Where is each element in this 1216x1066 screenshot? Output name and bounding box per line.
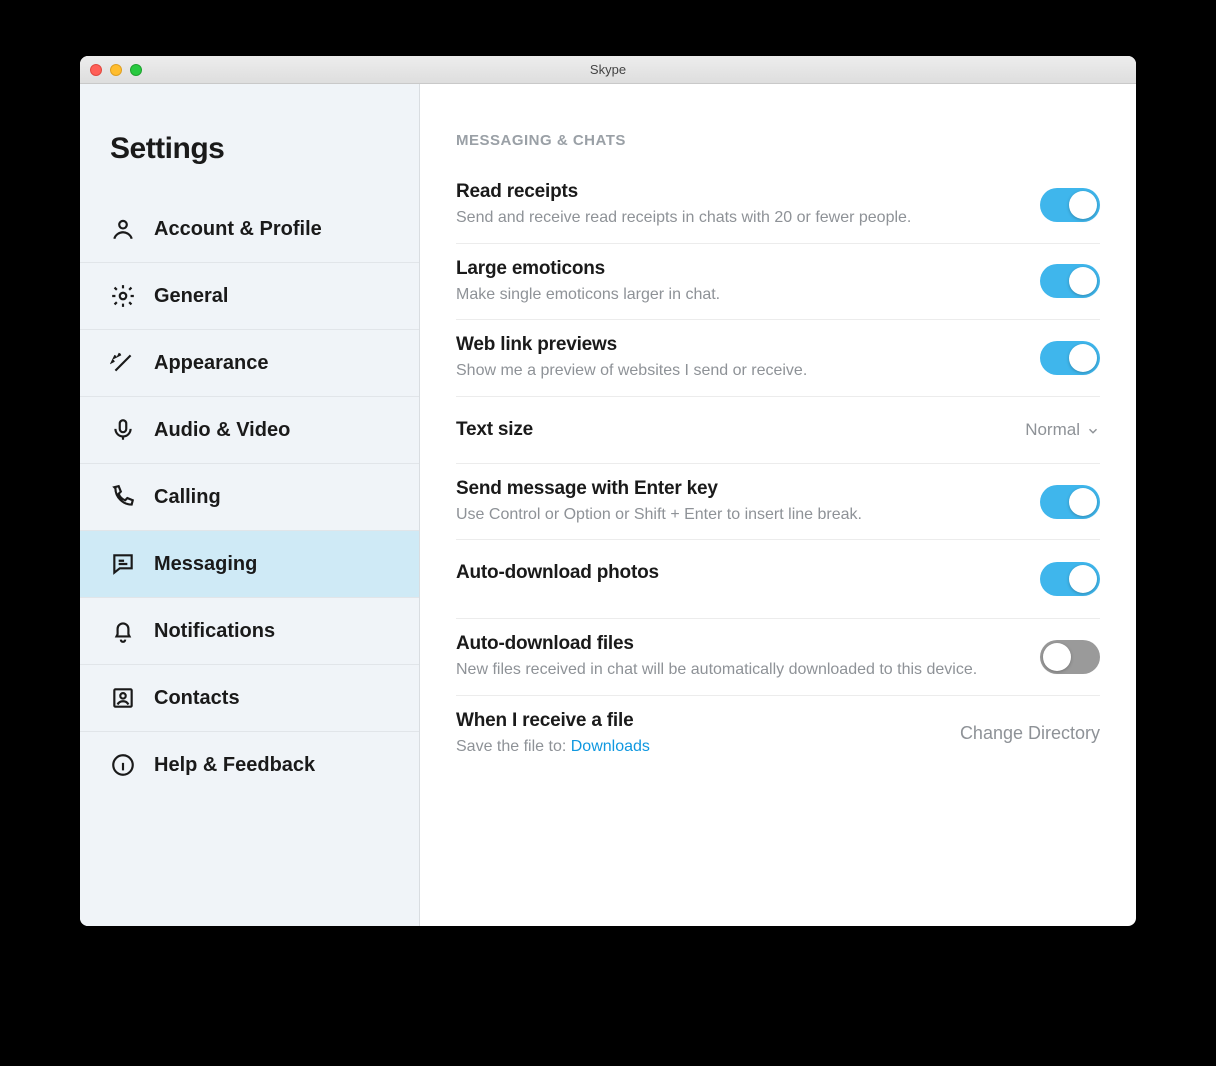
main-panel: MESSAGING & CHATS Read receipts Send and… [420, 84, 1136, 926]
row-desc: Make single emoticons larger in chat. [456, 284, 1024, 306]
person-icon [110, 216, 136, 242]
sidebar-item-label: Audio & Video [154, 419, 290, 442]
row-desc: Save the file to: Downloads [456, 736, 944, 758]
row-auto-files: Auto-download files New files received i… [456, 619, 1100, 696]
text-size-value: Normal [1025, 420, 1080, 440]
row-receive-file: When I receive a file Save the file to: … [456, 696, 1100, 772]
titlebar: Skype [80, 56, 1136, 84]
row-web-link-previews: Web link previews Show me a preview of w… [456, 320, 1100, 397]
minimize-button[interactable] [110, 64, 122, 76]
sidebar-item-general[interactable]: General [80, 263, 419, 330]
sidebar-item-appearance[interactable]: Appearance [80, 330, 419, 397]
sidebar-title: Settings [80, 118, 419, 196]
microphone-icon [110, 417, 136, 443]
zoom-button[interactable] [130, 64, 142, 76]
sidebar-item-notifications[interactable]: Notifications [80, 598, 419, 665]
content: Settings Account & Profile General Appea… [80, 84, 1136, 926]
row-title: Auto-download photos [456, 562, 1024, 584]
row-desc: New files received in chat will be autom… [456, 659, 1024, 681]
change-directory-button[interactable]: Change Directory [960, 723, 1100, 744]
chat-icon [110, 551, 136, 577]
toggle-send-enter[interactable] [1040, 485, 1100, 519]
row-title: Text size [456, 419, 1009, 441]
sidebar-item-label: Account & Profile [154, 218, 322, 241]
contacts-icon [110, 685, 136, 711]
row-title: When I receive a file [456, 710, 944, 732]
row-large-emoticons: Large emoticons Make single emoticons la… [456, 244, 1100, 321]
sidebar-item-label: Help & Feedback [154, 754, 315, 777]
sidebar: Settings Account & Profile General Appea… [80, 84, 420, 926]
row-read-receipts: Read receipts Send and receive read rece… [456, 167, 1100, 244]
sidebar-item-account[interactable]: Account & Profile [80, 196, 419, 263]
sidebar-item-contacts[interactable]: Contacts [80, 665, 419, 732]
row-title: Read receipts [456, 181, 1024, 203]
window-title: Skype [80, 62, 1136, 77]
toggle-auto-photos[interactable] [1040, 562, 1100, 596]
row-send-enter: Send message with Enter key Use Control … [456, 464, 1100, 541]
sidebar-item-messaging[interactable]: Messaging [80, 531, 419, 598]
sidebar-item-label: Appearance [154, 352, 269, 375]
row-title: Send message with Enter key [456, 478, 1024, 500]
info-icon [110, 752, 136, 778]
sidebar-item-label: Contacts [154, 687, 240, 710]
wand-icon [110, 350, 136, 376]
row-auto-photos: Auto-download photos [456, 540, 1100, 619]
sidebar-item-label: General [154, 285, 228, 308]
sidebar-item-label: Notifications [154, 620, 275, 643]
downloads-link[interactable]: Downloads [571, 738, 650, 755]
row-title: Large emoticons [456, 258, 1024, 280]
gear-icon [110, 283, 136, 309]
row-text-size: Text size Normal [456, 397, 1100, 464]
sidebar-item-label: Messaging [154, 553, 257, 576]
chevron-down-icon [1086, 423, 1100, 437]
row-desc: Use Control or Option or Shift + Enter t… [456, 504, 1024, 526]
toggle-web-link-previews[interactable] [1040, 341, 1100, 375]
close-button[interactable] [90, 64, 102, 76]
bell-icon [110, 618, 136, 644]
row-desc: Send and receive read receipts in chats … [456, 207, 1024, 229]
sidebar-item-help[interactable]: Help & Feedback [80, 732, 419, 798]
toggle-read-receipts[interactable] [1040, 188, 1100, 222]
sidebar-item-audio-video[interactable]: Audio & Video [80, 397, 419, 464]
text-size-select[interactable]: Normal [1025, 420, 1100, 440]
sidebar-item-label: Calling [154, 486, 221, 509]
section-header: MESSAGING & CHATS [456, 132, 1100, 149]
row-title: Auto-download files [456, 633, 1024, 655]
window: Skype Settings Account & Profile General [80, 56, 1136, 926]
row-desc: Show me a preview of websites I send or … [456, 360, 1024, 382]
save-to-prefix: Save the file to: [456, 738, 571, 755]
traffic-lights [90, 64, 142, 76]
phone-icon [110, 484, 136, 510]
row-title: Web link previews [456, 334, 1024, 356]
toggle-auto-files[interactable] [1040, 640, 1100, 674]
sidebar-item-calling[interactable]: Calling [80, 464, 419, 531]
toggle-large-emoticons[interactable] [1040, 264, 1100, 298]
